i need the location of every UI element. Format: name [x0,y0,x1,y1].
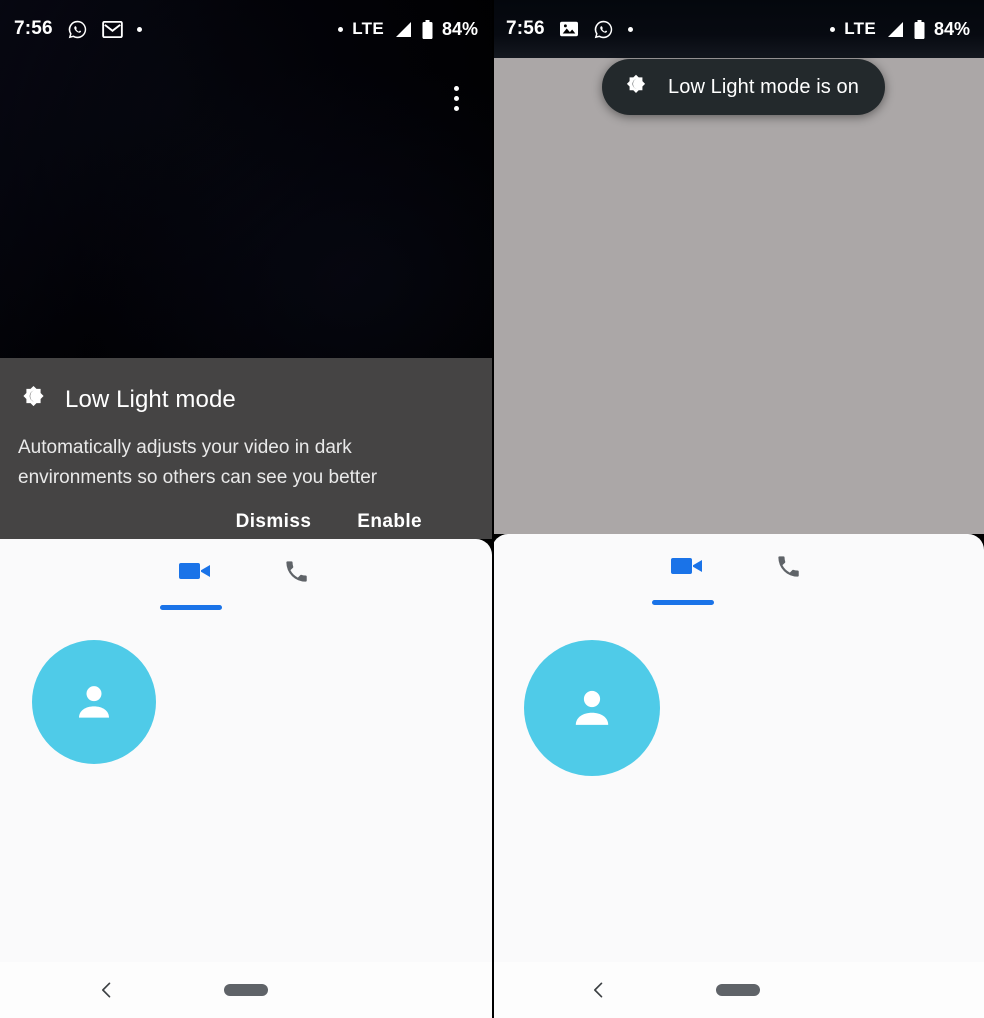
tab-video-call[interactable] [160,548,224,610]
tab-voice-call[interactable] [760,543,816,589]
person-avatar-icon [69,677,119,727]
gmail-icon [102,20,123,38]
more-notifications-dot [627,26,633,32]
dismiss-button[interactable]: Dismiss [236,511,312,533]
home-pill-icon[interactable] [224,984,268,996]
vpn-dot-icon [338,26,344,32]
right-navigation-bar [492,962,984,1018]
person-avatar-icon [565,681,619,735]
left-bottom-sheet [0,539,492,1018]
status-time: 7:56 [506,18,545,39]
toast-message: Low Light mode is on [668,75,860,98]
dialog-body-text: Automatically adjusts your video in dark… [18,437,378,489]
avatar [524,640,660,776]
video-camera-icon [671,554,705,578]
back-chevron-icon[interactable] [584,975,614,1005]
more-notifications-dot [136,26,142,32]
vpn-dot-icon [830,26,836,32]
whatsapp-icon [593,19,614,40]
dialog-header: Low Light mode [18,384,472,415]
tab-video-selected-indicator [160,605,222,610]
screenshot-root: 7:56 LTE 84% Low Light mode Automaticall… [0,0,984,1018]
whatsapp-icon [67,19,88,40]
overflow-menu-icon[interactable] [436,78,476,118]
battery-icon [422,19,433,39]
left-phone-screenshot: 7:56 LTE 84% Low Light mode Automaticall… [0,0,492,1018]
low-light-mode-toast: Low Light mode is on [602,59,886,115]
phone-icon [283,558,310,585]
right-status-bar: 7:56 LTE 84% [492,0,984,58]
left-sheet-tabs [0,539,492,610]
enable-button[interactable]: Enable [357,511,422,533]
tab-video-call[interactable] [652,543,716,605]
back-chevron-icon[interactable] [92,975,122,1005]
signal-icon [885,21,905,38]
status-time: 7:56 [14,18,53,39]
battery-percent-label: 84% [933,18,970,39]
low-light-mode-dialog: Low Light mode Automatically adjusts you… [0,358,492,539]
right-bottom-sheet [492,534,984,1018]
network-type-label: LTE [352,19,384,38]
signal-icon [393,21,413,38]
right-sheet-tabs [492,534,984,605]
dialog-actions: Dismiss Enable [18,511,472,533]
battery-percent-label: 84% [441,18,478,39]
avatar [32,640,156,764]
low-light-mode-icon [18,384,49,415]
low-light-mode-icon [622,73,650,101]
phone-icon [775,553,802,580]
dialog-title: Low Light mode [65,385,236,413]
home-pill-icon[interactable] [716,984,760,996]
tab-voice-call[interactable] [268,548,324,594]
right-phone-screenshot: 7:56 LTE 84% Low Light mode is on [492,0,984,1018]
left-navigation-bar [0,962,492,1018]
battery-icon [914,19,925,39]
tab-video-selected-indicator [652,600,714,605]
left-status-bar: 7:56 LTE 84% [0,0,492,58]
network-type-label: LTE [844,19,876,38]
video-camera-icon [179,559,213,583]
photos-image-icon [559,20,579,38]
